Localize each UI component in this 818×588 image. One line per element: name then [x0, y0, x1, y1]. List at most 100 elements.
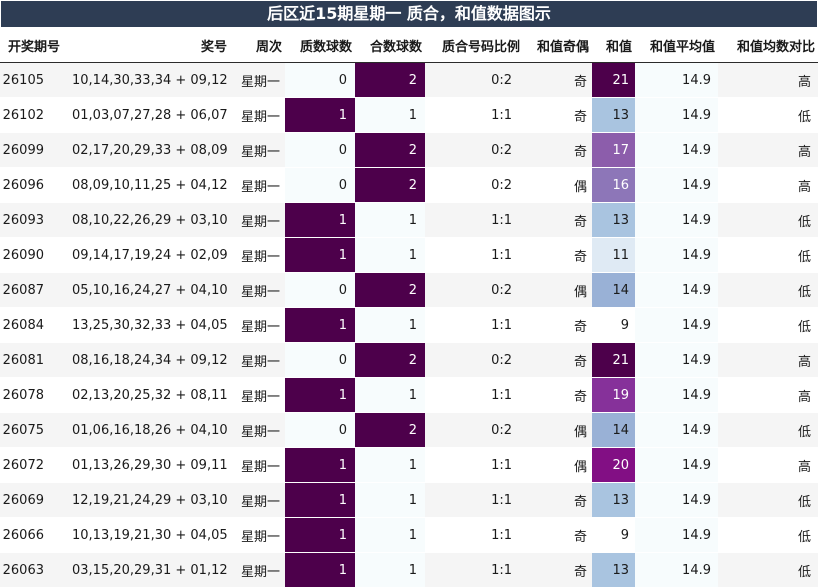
cell-parity: 奇: [523, 342, 592, 378]
cell-parity: 奇: [523, 97, 592, 133]
header-numbers[interactable]: 奖号: [72, 28, 230, 63]
cell-compare: 高: [718, 377, 818, 413]
page-title: 后区近15期星期一 质合，和值数据图示: [1, 1, 817, 27]
cell-prime: 1: [285, 552, 355, 588]
cell-issue: 26099: [0, 132, 72, 168]
cell-prime: 0: [285, 342, 355, 378]
cell-compare: 低: [718, 517, 818, 553]
table-row[interactable]: 26096 08,09,10,11,25 + 04,12 星期一 0 2 0:2 偶 16 14…: [0, 167, 818, 203]
cell-composite: 1: [355, 202, 425, 238]
header-prime[interactable]: 质数球数: [285, 28, 355, 63]
cell-composite: 2: [355, 62, 425, 98]
cell-sum: 14: [592, 272, 635, 308]
header-parity[interactable]: 和值奇偶: [523, 28, 592, 63]
cell-parity: 奇: [523, 62, 592, 98]
cell-composite: 1: [355, 517, 425, 553]
cell-avg: 14.9: [635, 342, 718, 378]
cell-ratio: 0:2: [425, 132, 523, 168]
cell-issue: 26078: [0, 377, 72, 413]
cell-numbers: 01,06,16,18,26 + 04,10: [72, 412, 230, 448]
cell-weekday: 星期一: [230, 342, 285, 378]
table-row[interactable]: 26084 13,25,30,32,33 + 04,05 星期一 1 1 1:1 奇 9 14.…: [0, 307, 818, 343]
table-row[interactable]: 26087 05,10,16,24,27 + 04,10 星期一 0 2 0:2 偶 14 14…: [0, 272, 818, 308]
cell-compare: 高: [718, 167, 818, 203]
cell-parity: 偶: [523, 167, 592, 203]
cell-sum: 14: [592, 412, 635, 448]
cell-parity: 奇: [523, 132, 592, 168]
cell-composite: 2: [355, 342, 425, 378]
cell-weekday: 星期一: [230, 167, 285, 203]
cell-numbers: 12,19,21,24,29 + 03,10: [72, 482, 230, 518]
cell-avg: 14.9: [635, 237, 718, 273]
table-row[interactable]: 26072 01,13,26,29,30 + 09,11 星期一 1 1 1:1 偶 20 14…: [0, 447, 818, 483]
table-row[interactable]: 26081 08,16,18,24,34 + 09,12 星期一 0 2 0:2 奇 21 14…: [0, 342, 818, 378]
table-row[interactable]: 26105 10,14,30,33,34 + 09,12 星期一 0 2 0:2 奇 21 14…: [0, 62, 818, 98]
cell-composite: 2: [355, 272, 425, 308]
cell-prime: 0: [285, 412, 355, 448]
cell-prime: 1: [285, 517, 355, 553]
cell-numbers: 02,13,20,25,32 + 08,11: [72, 377, 230, 413]
cell-issue: 26084: [0, 307, 72, 343]
cell-avg: 14.9: [635, 167, 718, 203]
cell-ratio: 1:1: [425, 307, 523, 343]
table-row[interactable]: 26069 12,19,21,24,29 + 03,10 星期一 1 1 1:1 奇 13 14…: [0, 482, 818, 518]
table-row[interactable]: 26066 10,13,19,21,30 + 04,05 星期一 1 1 1:1 奇 9 14.…: [0, 517, 818, 553]
header-issue[interactable]: 开奖期号: [0, 28, 72, 63]
cell-parity: 偶: [523, 447, 592, 483]
header-ratio[interactable]: 质合号码比例: [425, 28, 523, 63]
cell-composite: 2: [355, 167, 425, 203]
table-row[interactable]: 26063 03,15,20,29,31 + 01,12 星期一 1 1 1:1 奇 13 14…: [0, 552, 818, 588]
cell-issue: 26066: [0, 517, 72, 553]
table-row[interactable]: 26078 02,13,20,25,32 + 08,11 星期一 1 1 1:1 奇 19 14…: [0, 377, 818, 413]
cell-parity: 奇: [523, 552, 592, 588]
cell-numbers: 02,17,20,29,33 + 08,09: [72, 132, 230, 168]
cell-parity: 奇: [523, 377, 592, 413]
cell-weekday: 星期一: [230, 482, 285, 518]
cell-issue: 26063: [0, 552, 72, 588]
cell-sum: 20: [592, 447, 635, 483]
cell-weekday: 星期一: [230, 202, 285, 238]
cell-ratio: 1:1: [425, 482, 523, 518]
cell-numbers: 13,25,30,32,33 + 04,05: [72, 307, 230, 343]
cell-prime: 0: [285, 272, 355, 308]
cell-ratio: 1:1: [425, 517, 523, 553]
cell-weekday: 星期一: [230, 377, 285, 413]
cell-composite: 1: [355, 482, 425, 518]
cell-numbers: 10,13,19,21,30 + 04,05: [72, 517, 230, 553]
cell-numbers: 01,13,26,29,30 + 09,11: [72, 447, 230, 483]
header-row: 开奖期号 奖号 周次 质数球数 合数球数 质合号码比例 和值奇偶 和值 和值平均…: [0, 28, 818, 63]
cell-parity: 奇: [523, 482, 592, 518]
cell-avg: 14.9: [635, 307, 718, 343]
cell-numbers: 08,16,18,24,34 + 09,12: [72, 342, 230, 378]
cell-weekday: 星期一: [230, 447, 285, 483]
cell-ratio: 0:2: [425, 272, 523, 308]
table-row[interactable]: 26075 01,06,16,18,26 + 04,10 星期一 0 2 0:2 偶 14 14…: [0, 412, 818, 448]
cell-sum: 13: [592, 97, 635, 133]
cell-sum: 13: [592, 552, 635, 588]
cell-prime: 1: [285, 307, 355, 343]
header-weekday[interactable]: 周次: [230, 28, 285, 63]
cell-ratio: 0:2: [425, 62, 523, 98]
cell-compare: 低: [718, 237, 818, 273]
cell-weekday: 星期一: [230, 132, 285, 168]
cell-compare: 低: [718, 482, 818, 518]
cell-prime: 1: [285, 97, 355, 133]
cell-avg: 14.9: [635, 97, 718, 133]
cell-avg: 14.9: [635, 132, 718, 168]
cell-compare: 低: [718, 552, 818, 588]
header-compare[interactable]: 和值均数对比: [718, 28, 818, 63]
cell-ratio: 1:1: [425, 377, 523, 413]
table-row[interactable]: 26090 09,14,17,19,24 + 02,09 星期一 1 1 1:1 奇 11 14…: [0, 237, 818, 273]
header-avg[interactable]: 和值平均值: [635, 28, 718, 63]
cell-ratio: 0:2: [425, 342, 523, 378]
table-row[interactable]: 26093 08,10,22,26,29 + 03,10 星期一 1 1 1:1 奇 13 14…: [0, 202, 818, 238]
header-sum[interactable]: 和值: [592, 28, 635, 63]
cell-weekday: 星期一: [230, 62, 285, 98]
table-row[interactable]: 26099 02,17,20,29,33 + 08,09 星期一 0 2 0:2 奇 17 14…: [0, 132, 818, 168]
table-row[interactable]: 26102 01,03,07,27,28 + 06,07 星期一 1 1 1:1 奇 13 14…: [0, 97, 818, 133]
cell-sum: 9: [592, 307, 635, 343]
header-composite[interactable]: 合数球数: [355, 28, 425, 63]
cell-prime: 1: [285, 482, 355, 518]
cell-compare: 低: [718, 202, 818, 238]
cell-ratio: 0:2: [425, 412, 523, 448]
